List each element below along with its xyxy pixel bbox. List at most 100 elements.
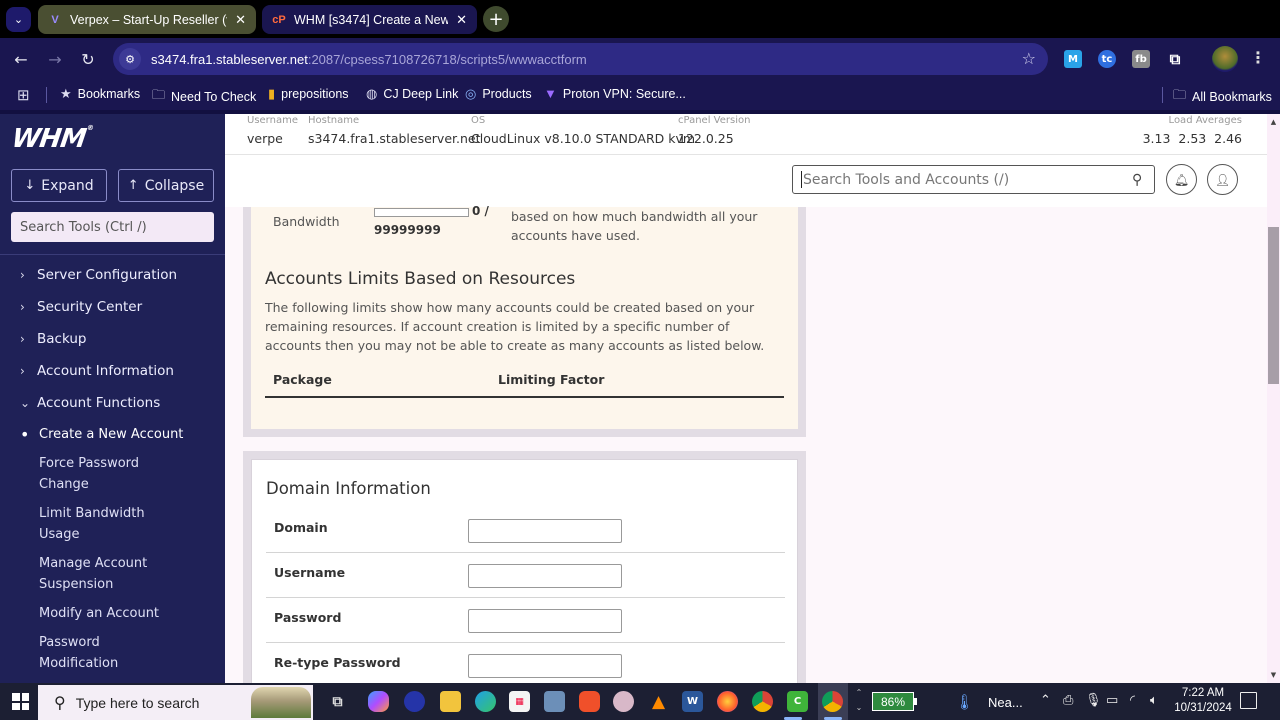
- bullet-icon: •: [20, 424, 30, 444]
- chrome-active-icon[interactable]: [822, 691, 843, 712]
- username-input[interactable]: [468, 564, 622, 588]
- vlc-icon[interactable]: ▲: [648, 691, 669, 712]
- apps-grid-icon[interactable]: ⊞: [17, 86, 36, 104]
- whm-logo[interactable]: WHM®: [10, 124, 94, 154]
- battery-indicator[interactable]: 86%: [872, 692, 917, 711]
- url-host: s3474.fra1.stableserver.net: [151, 51, 308, 67]
- tab-verpex[interactable]: V Verpex – Start-Up Reseller (verp ✕: [38, 5, 256, 34]
- camera-icon[interactable]: ⎙: [1063, 693, 1073, 708]
- sidebar-item-manage-account-suspension[interactable]: Manage Account Suspension: [0, 549, 170, 599]
- clock-time: 7:22 AM: [1181, 687, 1225, 699]
- sidebar-item-limit-bandwidth-usage[interactable]: Limit Bandwidth Usage: [0, 499, 170, 549]
- notifications-button[interactable]: 🔔︎: [1166, 164, 1197, 195]
- clock[interactable]: 7:22 AM 10/31/2024: [1173, 686, 1233, 716]
- arrow-left-icon: ←: [14, 49, 28, 69]
- site-info-icon[interactable]: ⚙: [119, 48, 141, 70]
- bookmark-star-icon[interactable]: ☆: [1022, 49, 1036, 68]
- limits-section-title: Accounts Limits Based on Resources: [265, 269, 576, 289]
- domain-input[interactable]: [468, 519, 622, 543]
- tab-search-button[interactable]: ⌄: [6, 7, 31, 32]
- firefox-icon[interactable]: [717, 691, 738, 712]
- bookmark-products[interactable]: ◎ Products: [465, 86, 532, 102]
- chevron-right-icon: ›: [20, 300, 25, 314]
- extensions-puzzle-icon[interactable]: ⧉: [1166, 50, 1184, 68]
- camtasia-icon[interactable]: C: [787, 691, 808, 712]
- battery-tray-icon[interactable]: ▭: [1106, 693, 1118, 708]
- header-search-input[interactable]: Search Tools and Accounts (/) ⚲: [792, 165, 1155, 194]
- sidebar-item-account-information[interactable]: › Account Information: [0, 355, 225, 387]
- expand-button[interactable]: ↓ Expand: [11, 169, 107, 202]
- sidebar-item-backup[interactable]: › Backup: [0, 323, 225, 355]
- header-username: Username verpe: [247, 114, 298, 147]
- bookmark-bookmarks[interactable]: ★ Bookmarks: [60, 86, 140, 102]
- volume-icon[interactable]: 🔈︎: [1150, 693, 1158, 708]
- sidebar-item-create-new-account[interactable]: • Create a New Account: [0, 419, 225, 449]
- all-bookmarks-button[interactable]: 🗀 All Bookmarks: [1173, 86, 1272, 108]
- bookmark-need-to-check[interactable]: 🗀 Need To Check: [152, 86, 256, 108]
- taskbar-search[interactable]: ⚲ Type here to search: [38, 685, 313, 720]
- user-menu-button[interactable]: 👤︎: [1207, 164, 1238, 195]
- search-icon[interactable]: ⚲: [1132, 172, 1154, 188]
- arrow-down-icon: ↓: [24, 178, 36, 193]
- extension-m-icon[interactable]: M: [1064, 50, 1082, 68]
- taskbar-overflow-scroll[interactable]: ⌃ ⌄: [853, 685, 865, 718]
- page-scrollbar[interactable]: ▲ ▼: [1267, 114, 1280, 683]
- sidebar-search-input[interactable]: Search Tools (Ctrl /): [11, 212, 214, 242]
- store-icon[interactable]: ▦: [509, 691, 530, 712]
- address-bar[interactable]: ⚙ s3474.fra1.stableserver.net:2087/cpses…: [113, 43, 1048, 75]
- browser-menu-icon[interactable]: ⋮: [1250, 48, 1266, 67]
- copilot-icon[interactable]: [368, 691, 389, 712]
- collapse-button[interactable]: ↑ Collapse: [118, 169, 214, 202]
- reload-button[interactable]: ↻: [77, 48, 99, 70]
- bookmarks-divider: [1162, 87, 1163, 103]
- close-tab-icon[interactable]: ✕: [235, 12, 246, 28]
- microphone-icon[interactable]: 🎙︎: [1085, 693, 1102, 708]
- bookmark-prepositions[interactable]: ▮ prepositions: [268, 86, 349, 102]
- file-explorer-icon[interactable]: [440, 691, 461, 712]
- header-os: OS CloudLinux v8.10.0 STANDARD kvm: [471, 114, 695, 147]
- scroll-up-arrow-icon[interactable]: ▲: [1269, 118, 1278, 126]
- show-hidden-icons-icon[interactable]: ⌃: [1040, 693, 1051, 708]
- back-button[interactable]: ←: [10, 48, 32, 70]
- extension-tc-icon[interactable]: tc: [1098, 50, 1116, 68]
- sidebar-item-account-functions[interactable]: ⌄ Account Functions: [0, 387, 225, 419]
- password-input[interactable]: [468, 609, 622, 633]
- extension-fb-icon[interactable]: fb: [1132, 50, 1150, 68]
- form-row-password: Password: [266, 598, 785, 643]
- headset-app-icon[interactable]: [404, 691, 425, 712]
- cpanel-version-label: cPanel Version: [678, 115, 751, 126]
- task-view-icon[interactable]: ⧉: [327, 691, 348, 712]
- chevron-right-icon: ›: [20, 332, 25, 346]
- bandwidth-description: based on how much bandwidth all your acc…: [511, 209, 758, 243]
- scroll-down-arrow-icon[interactable]: ▼: [1269, 671, 1278, 679]
- tab-whm[interactable]: cP WHM [s3474] Create a New Acc ✕: [262, 5, 477, 34]
- profile-avatar[interactable]: [1212, 46, 1238, 72]
- sidebar-item-security-center[interactable]: › Security Center: [0, 291, 225, 323]
- edge-icon[interactable]: [475, 691, 496, 712]
- start-button[interactable]: [12, 693, 29, 710]
- snipping-tool-icon[interactable]: [613, 691, 634, 712]
- sidebar-item-modify-an-account[interactable]: Modify an Account: [0, 599, 190, 628]
- chrome-icon[interactable]: [752, 691, 773, 712]
- sidebar-item-force-password-change[interactable]: Force Password Change: [0, 449, 170, 499]
- retype-password-label: Re-type Password: [274, 655, 401, 670]
- remote-desktop-icon[interactable]: [544, 691, 565, 712]
- new-tab-button[interactable]: +: [483, 6, 509, 32]
- close-tab-icon[interactable]: ✕: [456, 12, 467, 28]
- collapse-label: Collapse: [144, 177, 205, 194]
- word-icon[interactable]: W: [682, 691, 703, 712]
- domain-information-content: Domain Information Domain Username Passw…: [251, 459, 798, 683]
- notification-center-icon[interactable]: [1240, 692, 1257, 709]
- sidebar-nav: › Server Configuration › Security Center ›…: [0, 259, 225, 678]
- bookmark-proton-vpn[interactable]: ▼ Proton VPN: Secure...: [544, 86, 686, 101]
- wifi-icon[interactable]: ◜: [1130, 693, 1135, 708]
- sidebar-item-server-configuration[interactable]: › Server Configuration: [0, 259, 225, 291]
- sidebar-item-password-modification[interactable]: Password Modification: [0, 628, 130, 678]
- brave-icon[interactable]: [579, 691, 600, 712]
- forward-button[interactable]: →: [44, 48, 66, 70]
- url-text[interactable]: s3474.fra1.stableserver.net:2087/cpsess7…: [151, 52, 587, 67]
- retype-password-input[interactable]: [468, 654, 622, 678]
- scrollbar-thumb[interactable]: [1268, 227, 1279, 384]
- bookmark-cj-deep-link[interactable]: ◍ CJ Deep Link: [366, 86, 458, 102]
- weather-widget[interactable]: 🌡︎ Nea...: [955, 693, 1023, 711]
